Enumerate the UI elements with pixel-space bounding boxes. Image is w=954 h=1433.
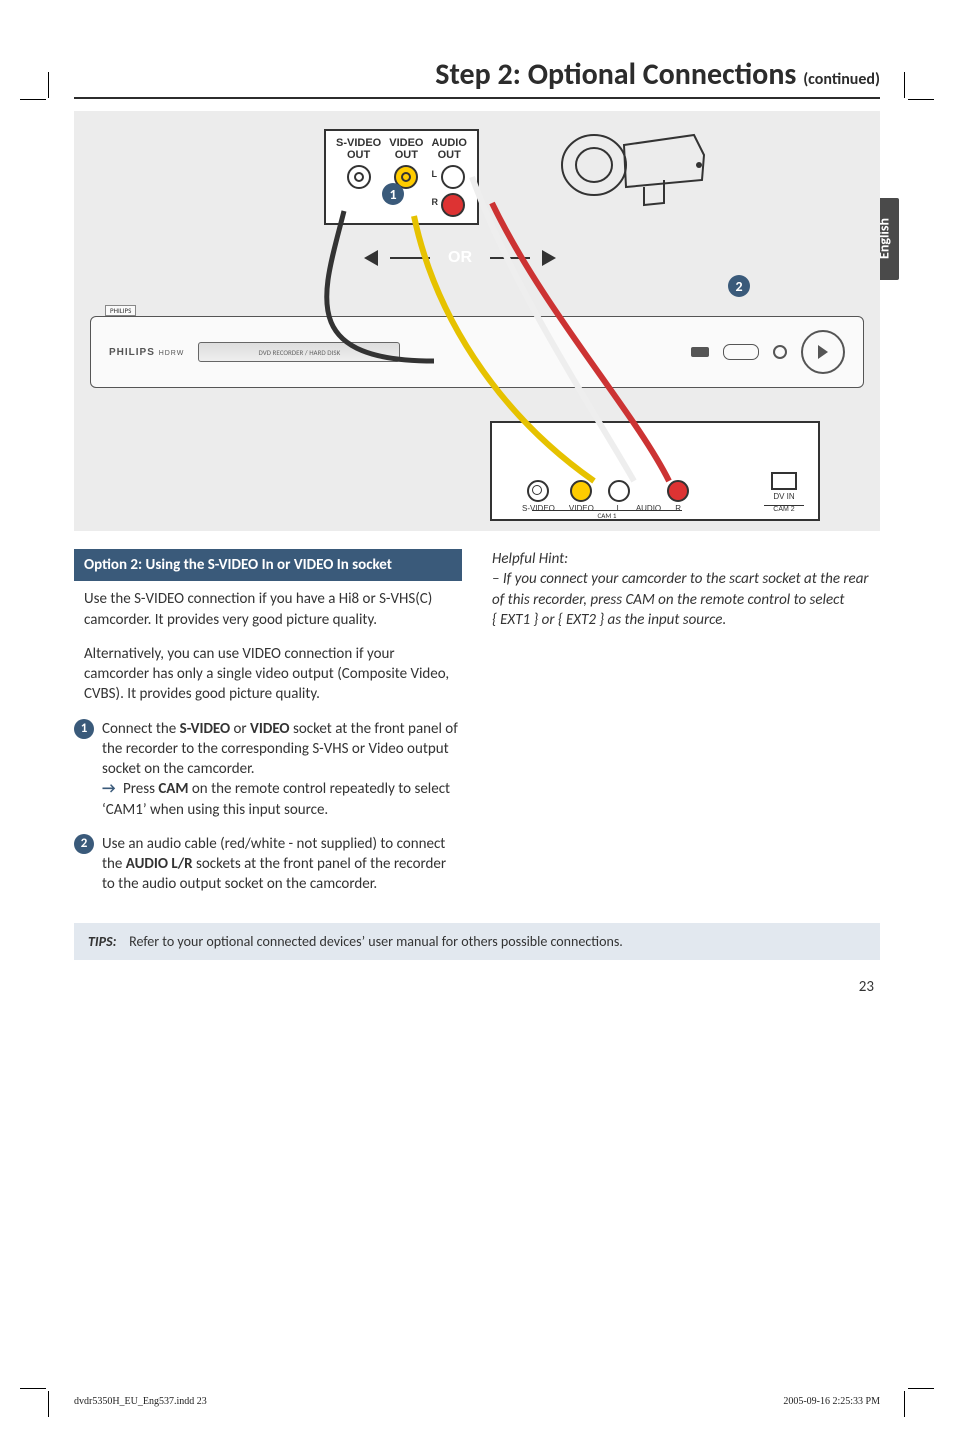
cropmark — [48, 1391, 50, 1417]
keyword: CAM — [158, 780, 188, 798]
page-number: 23 — [74, 978, 880, 996]
keyword: S-VIDEO — [180, 720, 230, 738]
label: OUT — [389, 149, 423, 161]
dvin-jack-icon — [771, 472, 797, 490]
paragraph: Use the S-VIDEO connection if you have a… — [74, 589, 462, 630]
label: VIDEO — [389, 137, 423, 149]
line — [390, 257, 430, 259]
step-1: 1 Connect the S-VIDEO or VIDEO socket at… — [74, 719, 462, 820]
connection-diagram: S-VIDEO OUT VIDEO OUT AUDIO OUT L R — [74, 111, 880, 531]
helpful-hint: Helpful Hint: – If you connect your camc… — [492, 549, 880, 630]
camcorder-out-panel: S-VIDEO OUT VIDEO OUT AUDIO OUT L R — [324, 129, 479, 225]
body-columns: Option 2: Using the S-VIDEO In or VIDEO … — [74, 549, 880, 909]
label: DV IN — [773, 492, 794, 501]
keyword: VIDEO — [250, 720, 290, 738]
subbrand-text: HDRW — [159, 350, 185, 357]
cropmark — [908, 99, 934, 101]
text: Connect the — [102, 720, 180, 738]
cam2-label: CAM 2 — [764, 505, 804, 513]
hint-label: Helpful Hint: — [492, 550, 568, 568]
audio-out-label: AUDIO OUT L R — [431, 137, 466, 217]
section-header: Option 2: Using the S-VIDEO In or VIDEO … — [74, 549, 462, 581]
ext1: { EXT1 } — [492, 611, 538, 629]
cropmark — [20, 1388, 46, 1390]
l-label: L — [431, 170, 437, 180]
tips-body: Refer to your optional connected devices… — [129, 933, 623, 950]
or-label: OR — [442, 249, 478, 267]
disc-slot: DVD RECORDER / HARD DISK — [198, 342, 400, 362]
footer-right: 2005-09-16 2:25:33 PM — [783, 1396, 880, 1407]
r-label: R — [431, 198, 438, 208]
arrow-icon: → — [102, 779, 116, 799]
arrow-left-icon — [364, 250, 378, 266]
cam1-label: CAM 1 — [532, 510, 682, 520]
video-jack-icon — [570, 480, 592, 502]
step-badge: 2 — [74, 834, 94, 854]
line — [490, 257, 530, 259]
video-out-label: VIDEO OUT — [389, 137, 423, 189]
or-indicator: OR — [364, 249, 556, 267]
audio-l-jack-icon — [441, 165, 465, 189]
hint-or: or — [538, 611, 558, 629]
text: or — [230, 720, 250, 738]
play-knob-icon — [801, 330, 845, 374]
cropmark — [908, 1388, 934, 1390]
tips-label: TIPS: — [88, 933, 117, 950]
brand-text: PHILIPS — [109, 347, 155, 358]
svideo-out-label: S-VIDEO OUT — [336, 137, 381, 189]
ext2: { EXT2 } — [558, 611, 604, 629]
right-column: Helpful Hint: – If you connect your camc… — [492, 549, 880, 909]
hint-post: as the input source. — [604, 611, 726, 629]
left-column: Option 2: Using the S-VIDEO In or VIDEO … — [74, 549, 462, 909]
audio-r-jack-icon — [667, 480, 689, 502]
cropmark — [20, 99, 46, 101]
heading-main: Step 2: Optional Connections — [435, 56, 796, 93]
dot-icon — [773, 345, 787, 359]
step-badge: 1 — [74, 719, 94, 739]
text: Press — [120, 780, 159, 798]
recorder-device: PHILIPS PHILIPS HDRW DVD RECORDER / HARD… — [90, 316, 864, 388]
footer: dvdr5350H_EU_Eng537.indd 23 2005-09-16 2… — [74, 1396, 880, 1407]
hint-body: – If you connect your camcorder to the s… — [492, 570, 869, 608]
footer-left: dvdr5350H_EU_Eng537.indd 23 — [74, 1396, 207, 1407]
svideo-jack-icon — [527, 480, 549, 502]
callout-1: 1 — [382, 183, 404, 205]
cropmark — [904, 1391, 906, 1417]
audio-r-jack-icon — [441, 193, 465, 217]
cropmark — [48, 72, 50, 98]
camcorder-icon — [554, 125, 714, 215]
front-panel-detail: S-VIDEO VIDEO L AUDIO R — [490, 421, 820, 521]
flap-brand: PHILIPS — [105, 305, 136, 316]
arrow-right-icon — [542, 250, 556, 266]
paragraph: Alternatively, you can use VIDEO connect… — [74, 644, 462, 705]
cropmark — [904, 72, 906, 98]
label: S-VIDEO — [336, 137, 381, 149]
heading-continued: (continued) — [803, 70, 880, 89]
page-title: Step 2: Optional Connections (continued) — [74, 56, 880, 99]
step-2: 2 Use an audio cable (red/white - not su… — [74, 834, 462, 895]
audio-l-jack-icon — [608, 480, 630, 502]
label: AUDIO — [431, 137, 466, 149]
brand-label: PHILIPS HDRW — [109, 347, 184, 358]
display-icon — [691, 347, 709, 357]
label: OUT — [431, 149, 466, 161]
tips-bar: TIPS: Refer to your optional connected d… — [74, 923, 880, 960]
callout-2: 2 — [728, 275, 750, 297]
button-icon — [723, 344, 759, 360]
label: OUT — [336, 149, 381, 161]
page: Step 2: Optional Connections (continued)… — [0, 56, 954, 1433]
keyword: AUDIO L/R — [126, 855, 193, 873]
svideo-jack-icon — [347, 165, 371, 189]
